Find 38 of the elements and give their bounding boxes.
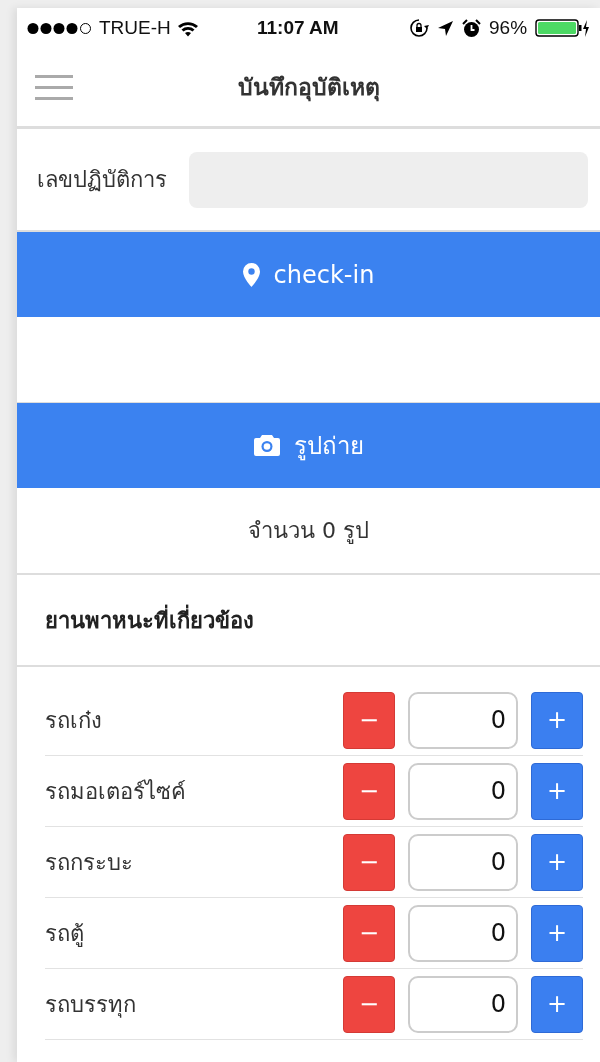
increment-button[interactable]: + xyxy=(531,904,583,962)
camera-icon xyxy=(253,435,280,456)
location-pin-icon xyxy=(242,262,260,287)
vehicle-label: รถตู้ xyxy=(45,919,85,949)
increment-button[interactable]: + xyxy=(531,762,583,820)
checkin-button[interactable]: check-in xyxy=(17,232,600,317)
alarm-clock-icon xyxy=(462,18,481,38)
battery-icon xyxy=(535,19,590,37)
page-title: บันทึกอุบัติเหตุ xyxy=(236,73,381,104)
vehicle-label: รถบรรทุก xyxy=(45,990,137,1020)
count-field[interactable]: 0 xyxy=(408,904,518,962)
decrement-button[interactable]: − xyxy=(343,691,395,749)
count-field[interactable]: 0 xyxy=(408,762,518,820)
count-field[interactable]: 0 xyxy=(408,833,518,891)
decrement-button[interactable]: − xyxy=(343,975,395,1033)
photo-count: จำนวน 0 รูป xyxy=(17,488,600,575)
section-heading: ยานพาหนะที่เกี่ยวข้อง xyxy=(17,575,600,667)
vehicle-label: รถมอเตอร์ไซค์ xyxy=(45,777,187,806)
status-time: 11:07 AM xyxy=(257,17,340,39)
battery-percent: 96% xyxy=(489,17,528,39)
decrement-button[interactable]: − xyxy=(343,762,395,820)
count-field[interactable]: 0 xyxy=(408,975,518,1033)
field-label: เลขปฏิบัติการ xyxy=(37,166,167,194)
photo-button[interactable]: รูปถ่าย xyxy=(17,403,600,488)
decrement-button[interactable]: − xyxy=(343,904,395,962)
vehicle-label: รถกระบะ xyxy=(45,848,134,877)
count-field[interactable]: 0 xyxy=(408,691,518,749)
carrier-name: TRUE-H xyxy=(99,17,171,39)
increment-button[interactable]: + xyxy=(531,833,583,891)
wifi-icon xyxy=(176,19,199,37)
rotation-lock-icon xyxy=(409,18,429,38)
decrement-button[interactable]: − xyxy=(343,833,395,891)
increment-button[interactable]: + xyxy=(531,691,583,749)
increment-button[interactable]: + xyxy=(531,975,583,1033)
vehicle-label: รถเก๋ง xyxy=(45,706,103,735)
signal-icon xyxy=(27,21,93,35)
location-arrow-icon xyxy=(437,19,454,37)
menu-icon[interactable] xyxy=(35,72,73,102)
